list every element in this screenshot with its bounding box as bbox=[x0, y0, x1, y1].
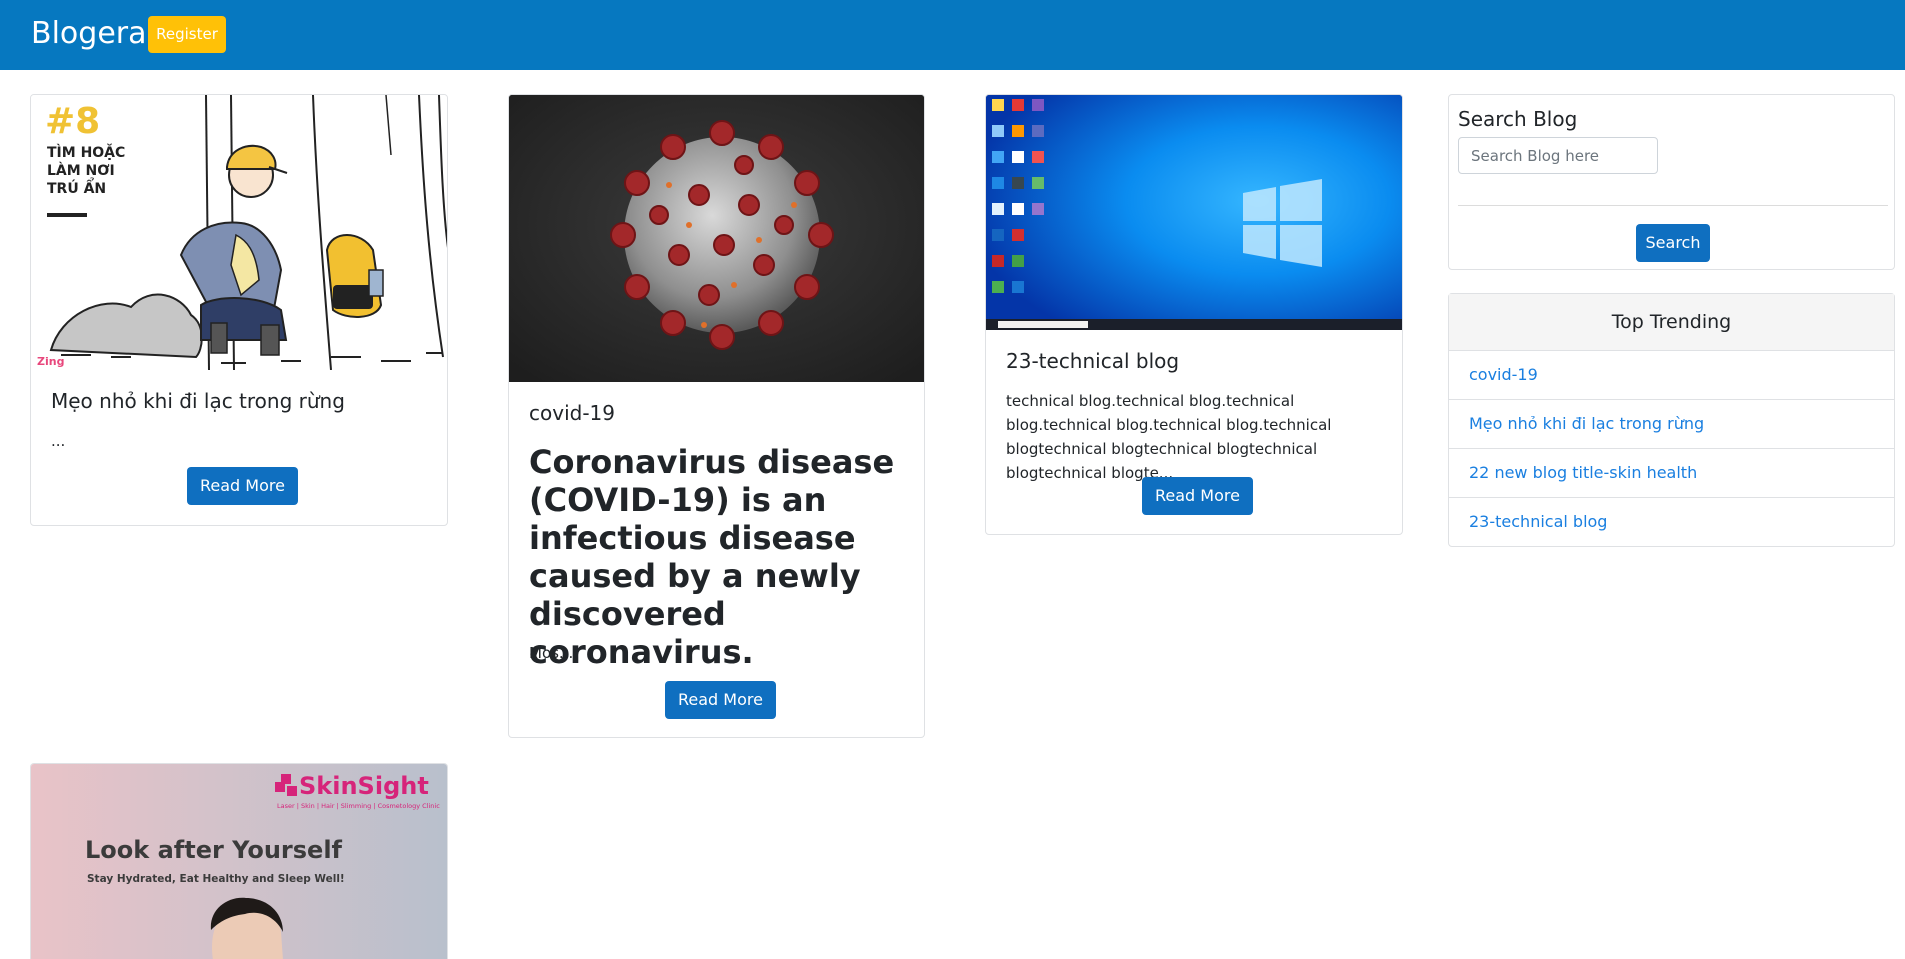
virus-image bbox=[509, 95, 924, 382]
search-panel-title: Search Blog bbox=[1458, 107, 1578, 131]
post-card-2: covid-19 Coronavirus disease (COVID-19) … bbox=[508, 94, 925, 738]
windows-desktop-image bbox=[986, 95, 1402, 330]
register-button[interactable]: Register bbox=[148, 16, 226, 53]
read-more-button-2[interactable]: Read More bbox=[665, 681, 776, 719]
read-more-button-3[interactable]: Read More bbox=[1142, 477, 1253, 515]
post-card-4: SkinSight Laser | Skin | Hair | Slimming… bbox=[30, 763, 448, 959]
badge-line-3: TRÚ ẨN bbox=[47, 177, 106, 197]
badge-number: #8 bbox=[45, 101, 100, 142]
read-more-button-1[interactable]: Read More bbox=[187, 467, 298, 505]
zing-mark: Zing bbox=[37, 355, 64, 368]
trending-item[interactable]: 23-technical blog bbox=[1449, 498, 1894, 547]
search-panel: Search Blog Search bbox=[1448, 94, 1895, 270]
trending-item[interactable]: covid-19 bbox=[1449, 351, 1894, 400]
brand-logo[interactable]: Blogera bbox=[31, 13, 147, 55]
post-card-3: 23-technical blog technical blog.technic… bbox=[985, 94, 1403, 535]
post-headline-2: Coronavirus disease (COVID-19) is an inf… bbox=[529, 443, 895, 671]
post-image-1: #8 TÌM HOẶC LÀM NƠI TRÚ ẨN Zing bbox=[31, 95, 447, 370]
badge-line-1: TÌM HOẶC bbox=[47, 143, 125, 161]
badge-line-2: LÀM NƠI bbox=[47, 162, 115, 179]
post-image-2 bbox=[509, 95, 924, 382]
post-excerpt-3: technical blog.technical blog.technical … bbox=[1006, 392, 1332, 482]
search-button[interactable]: Search bbox=[1636, 224, 1710, 262]
post-image-4: SkinSight Laser | Skin | Hair | Slimming… bbox=[31, 764, 447, 959]
navbar: Blogera Register bbox=[0, 0, 1905, 70]
trending-item[interactable]: 22 new blog title-skin health bbox=[1449, 449, 1894, 498]
top-trending-panel: Top Trending covid-19 Mẹo nhỏ khi đi lạc… bbox=[1448, 293, 1895, 547]
top-trending-title: Top Trending bbox=[1449, 294, 1894, 351]
search-input[interactable] bbox=[1458, 137, 1658, 174]
skinsight-tagline: Laser | Skin | Hair | Slimming | Cosmeto… bbox=[277, 802, 440, 810]
skinsight-image: SkinSight Laser | Skin | Hair | Slimming… bbox=[31, 764, 447, 959]
post-title-3[interactable]: 23-technical blog bbox=[1006, 349, 1179, 373]
post-card-1: #8 TÌM HOẶC LÀM NƠI TRÚ ẨN Zing Mẹo nhỏ … bbox=[30, 94, 448, 526]
post-title-2[interactable]: covid-19 bbox=[529, 401, 615, 425]
post-excerpt-1: ... bbox=[51, 432, 66, 450]
trending-item[interactable]: Mẹo nhỏ khi đi lạc trong rừng bbox=[1449, 400, 1894, 449]
skinsight-headline: Look after Yourself bbox=[85, 836, 343, 864]
post-excerpt-2: Mos... bbox=[529, 644, 574, 662]
post-title-1[interactable]: Mẹo nhỏ khi đi lạc trong rừng bbox=[51, 389, 345, 413]
skinsight-subline: Stay Hydrated, Eat Healthy and Sleep Wel… bbox=[87, 873, 345, 885]
hiker-illustration: #8 TÌM HOẶC LÀM NƠI TRÚ ẨN Zing bbox=[37, 95, 447, 370]
post-image-3 bbox=[986, 95, 1402, 330]
skinsight-logo: SkinSight bbox=[299, 772, 429, 800]
search-divider bbox=[1458, 205, 1888, 206]
